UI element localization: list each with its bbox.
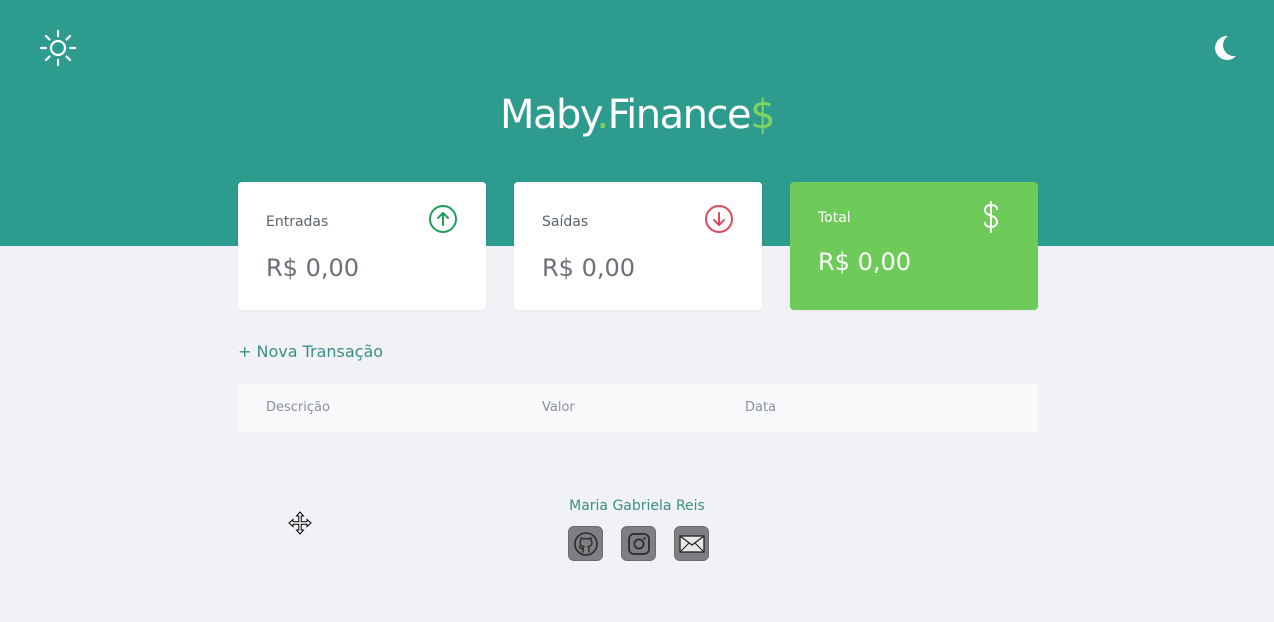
logo-dot: . — [596, 92, 609, 138]
sun-icon — [39, 29, 77, 67]
logo-finance-text: Finance — [607, 92, 752, 138]
arrow-down-circle-icon — [704, 204, 734, 234]
expense-value: R$ 0,00 — [542, 254, 636, 282]
footer-author: Maria Gabriela Reis — [569, 498, 705, 514]
dark-theme-button[interactable] — [1204, 28, 1244, 68]
email-link[interactable] — [674, 526, 709, 561]
social-links — [568, 526, 709, 561]
new-transaction-link[interactable]: + Nova Transação — [238, 342, 383, 361]
column-header-description: Descrição — [266, 400, 330, 415]
income-card: Entradas R$ 0,00 — [238, 182, 486, 310]
instagram-link[interactable] — [621, 526, 656, 561]
income-value: R$ 0,00 — [266, 254, 360, 282]
column-header-date: Data — [745, 400, 777, 415]
moon-icon — [1215, 35, 1236, 60]
logo-dollar-symbol: $ — [750, 92, 775, 138]
move-cursor-icon — [288, 511, 312, 535]
total-label: Total — [818, 210, 851, 226]
logo-main-text: Maby — [499, 92, 598, 138]
expense-label: Saídas — [542, 214, 589, 230]
arrow-up-circle-icon — [428, 204, 458, 234]
instagram-icon — [627, 532, 650, 555]
github-link[interactable] — [568, 526, 603, 561]
app-logo: Maby.Finance$ — [0, 92, 1274, 138]
total-value: R$ 0,00 — [818, 248, 912, 276]
transactions-table: Descrição Valor Data — [238, 384, 1038, 432]
income-label: Entradas — [266, 214, 329, 230]
column-header-value: Valor — [542, 400, 575, 415]
expense-card: Saídas R$ 0,00 — [514, 182, 762, 310]
dollar-icon — [976, 201, 1006, 233]
total-card: Total R$ 0,00 — [790, 182, 1038, 310]
light-theme-button[interactable] — [38, 28, 78, 68]
mail-icon — [678, 534, 705, 553]
github-icon — [573, 531, 598, 556]
